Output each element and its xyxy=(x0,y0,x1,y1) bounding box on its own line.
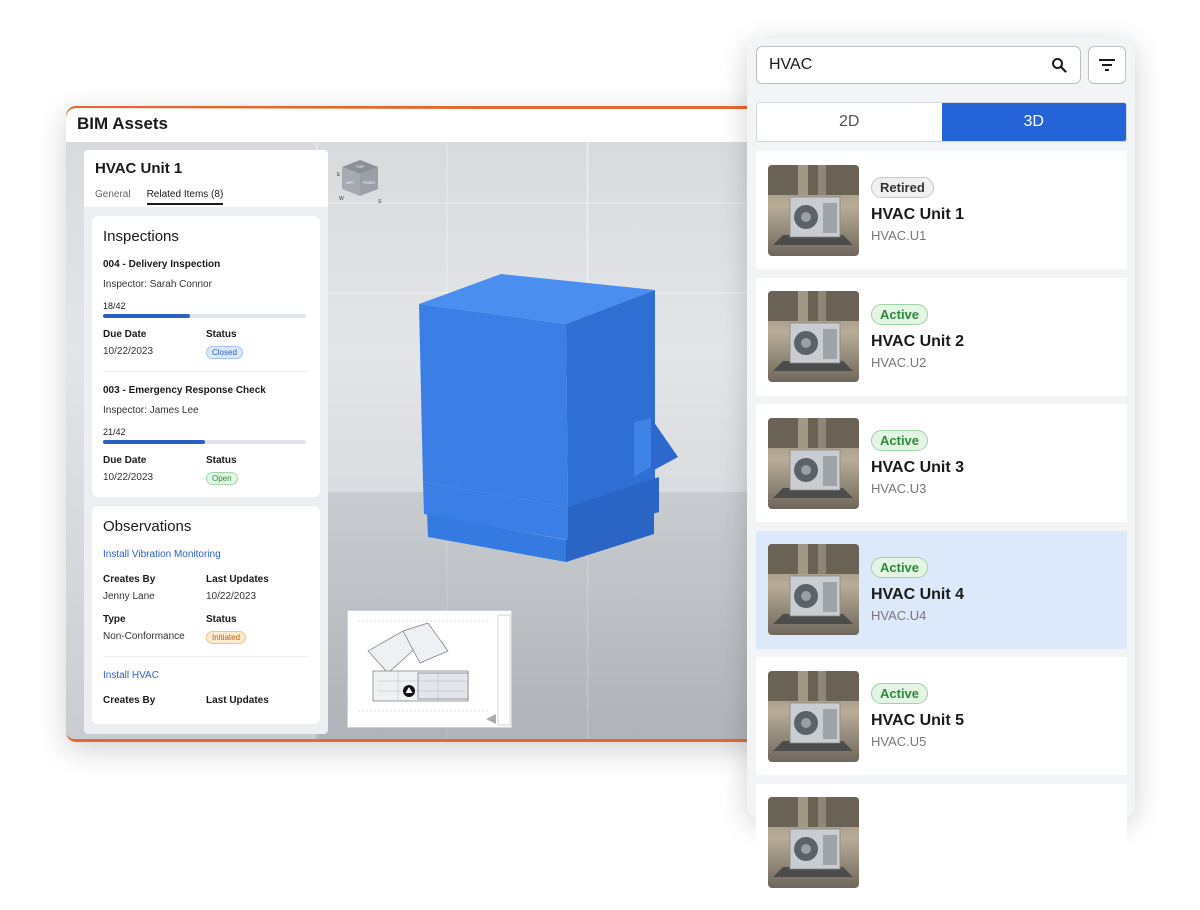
asset-search-panel: 2D 3D Retired HVAC Unit 1 HVAC.U1 Active… xyxy=(747,38,1135,902)
inspection-item[interactable]: 003 - Emergency Response Check Inspector… xyxy=(103,385,309,485)
hvac-thumbnail xyxy=(768,544,859,635)
hvac-thumbnail xyxy=(768,797,859,888)
floor-plan-drawing xyxy=(358,614,511,726)
inspector-name: Inspector: Sarah Connor xyxy=(103,279,212,290)
result-code: HVAC.U3 xyxy=(871,481,927,496)
result-code: HVAC.U1 xyxy=(871,228,927,243)
result-name: HVAC Unit 1 xyxy=(871,206,965,223)
progress-fill xyxy=(103,314,191,318)
toggle-2d[interactable]: 2D xyxy=(757,103,942,141)
tab-related-items[interactable]: Related Items (8) xyxy=(146,189,224,205)
created-by-label: Creates By xyxy=(103,695,156,706)
status-label: Status xyxy=(206,329,237,340)
due-date-label: Due Date xyxy=(103,455,147,466)
hvac-thumbnail xyxy=(768,670,859,762)
toggle-3d[interactable]: 3D xyxy=(941,103,1126,141)
divider xyxy=(103,371,309,372)
result-item[interactable] xyxy=(756,783,1127,902)
inspections-card: Inspections 004 - Delivery Inspection In… xyxy=(92,216,320,497)
view-cube-icon[interactable]: TOP LEFT FRONT W S E xyxy=(336,156,384,204)
status-badge: Closed xyxy=(206,346,243,359)
observation-link[interactable]: Install Vibration Monitoring xyxy=(103,549,309,560)
status-badge: Initiated xyxy=(206,631,247,644)
observations-card: Observations Install Vibration Monitorin… xyxy=(92,506,320,724)
progress-fill xyxy=(103,440,205,444)
progress-count: 18/42 xyxy=(103,301,126,311)
created-by-value: Jenny Lane xyxy=(103,591,155,602)
status-label: Status xyxy=(206,614,237,625)
last-updates-label: Last Updates xyxy=(206,574,269,585)
filter-icon xyxy=(1099,59,1115,71)
bim-assets-window: BIM Assets HVAC Unit 1 General Related I… xyxy=(66,106,766,742)
due-date-label: Due Date xyxy=(103,329,147,340)
result-name: HVAC Unit 2 xyxy=(871,332,965,350)
result-item-selected[interactable]: Active HVAC Unit 4 HVAC.U4 xyxy=(756,530,1127,649)
asset-detail-panel: HVAC Unit 1 General Related Items (8) In… xyxy=(84,150,328,734)
last-updates-value: 10/22/2023 xyxy=(206,591,257,602)
search-icon[interactable] xyxy=(1051,57,1067,73)
hvac-thumbnail xyxy=(768,291,859,382)
result-code: HVAC.U2 xyxy=(871,354,927,370)
hvac-thumbnail xyxy=(768,164,859,256)
progress-count: 21/42 xyxy=(103,427,126,437)
view-cube-front-label: FRONT xyxy=(363,181,376,185)
due-date-value: 10/22/2023 xyxy=(103,472,154,483)
compass-s: S xyxy=(378,199,382,204)
divider xyxy=(103,656,309,657)
result-item[interactable]: Active HVAC Unit 2 HVAC.U2 xyxy=(756,277,1127,396)
result-code: HVAC.U5 xyxy=(871,734,927,749)
result-name: HVAC Unit 5 xyxy=(871,712,965,729)
status-label: Status xyxy=(206,455,237,466)
inspections-heading: Inspections xyxy=(103,228,179,245)
compass-e: E xyxy=(337,172,341,178)
inspection-name: 004 - Delivery Inspection xyxy=(103,259,221,270)
result-code: HVAC.U4 xyxy=(871,607,927,623)
result-item[interactable]: Active HVAC Unit 3 HVAC.U3 xyxy=(756,404,1127,522)
inspection-name: 003 - Emergency Response Check xyxy=(103,385,266,396)
status-badge: Retired xyxy=(871,177,934,198)
inspector-name: Inspector: James Lee xyxy=(103,405,199,416)
result-name: HVAC Unit 4 xyxy=(871,585,965,603)
search-results-list: Retired HVAC Unit 1 HVAC.U1 Active HVAC … xyxy=(756,151,1127,910)
status-badge: Open xyxy=(206,472,238,485)
progress-bar xyxy=(103,314,306,318)
hvac-3d-model[interactable] xyxy=(416,272,686,572)
result-item[interactable]: Retired HVAC Unit 1 HVAC.U1 xyxy=(756,151,1127,269)
status-badge: Active xyxy=(871,303,929,325)
due-date-value: 10/22/2023 xyxy=(103,346,154,357)
progress-bar xyxy=(103,440,306,444)
view-mode-toggle: 2D 3D xyxy=(756,102,1127,142)
app-title: BIM Assets xyxy=(77,114,169,133)
type-value: Non-Conformance xyxy=(103,631,185,642)
type-label: Type xyxy=(103,614,126,625)
search-input[interactable] xyxy=(756,46,1081,84)
hvac-thumbnail xyxy=(768,417,859,509)
inspection-item[interactable]: 004 - Delivery Inspection Inspector: Sar… xyxy=(103,259,309,359)
view-cube-top-label: TOP xyxy=(356,164,364,169)
view-cube-left-label: LEFT xyxy=(346,181,356,185)
status-badge: Active xyxy=(871,430,929,451)
last-updates-label: Last Updates xyxy=(206,695,269,706)
created-by-label: Creates By xyxy=(103,574,156,585)
tab-general[interactable]: General xyxy=(95,189,131,205)
result-name: HVAC Unit 3 xyxy=(871,459,965,476)
observations-heading: Observations xyxy=(103,518,192,535)
result-item[interactable]: Active HVAC Unit 5 HVAC.U5 xyxy=(756,657,1127,775)
compass-w: W xyxy=(339,196,344,202)
3d-viewport[interactable]: HVAC Unit 1 General Related Items (8) In… xyxy=(66,142,766,739)
floor-plan-minimap[interactable] xyxy=(347,610,512,728)
status-badge: Active xyxy=(871,556,929,578)
filter-button[interactable] xyxy=(1088,46,1126,84)
status-badge: Active xyxy=(871,683,929,704)
asset-title: HVAC Unit 1 xyxy=(95,160,183,177)
observation-link[interactable]: Install HVAC xyxy=(103,670,309,681)
